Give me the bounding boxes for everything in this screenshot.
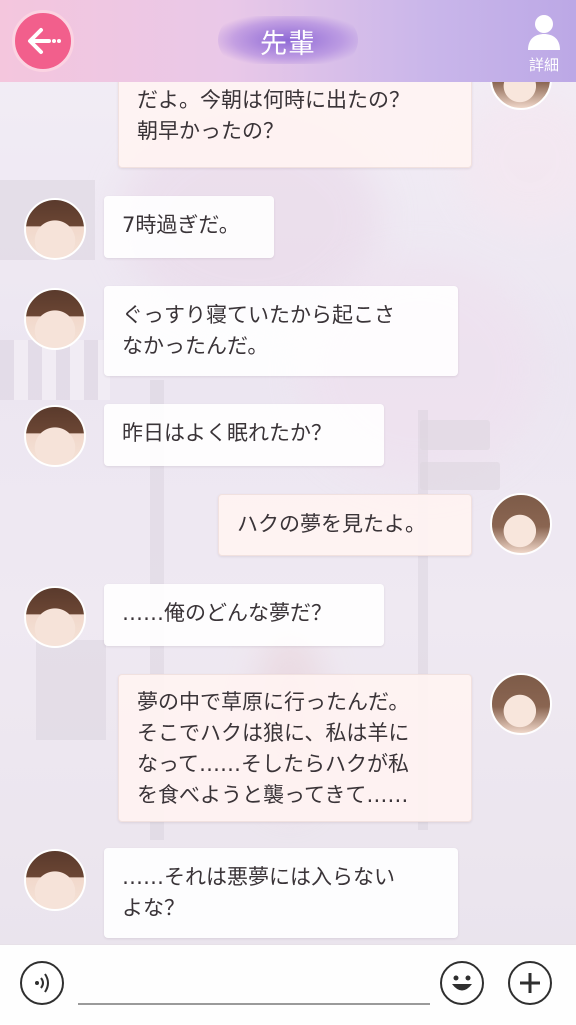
message-input[interactable]: [78, 1003, 430, 1005]
message-bubble-other: ……それは悪夢には入らない よな？: [104, 848, 458, 938]
plus-icon: [520, 973, 540, 993]
message-bubble-me: 夢の中で草原に行ったんだ。 そこでハクは狼に、私は羊に なって……そしたらハクが…: [118, 674, 472, 822]
emoji-icon: [452, 975, 472, 991]
top-bar: 先輩 詳細: [0, 0, 576, 82]
message-bubble-other: 7時過ぎだ。: [104, 196, 274, 258]
avatar-me[interactable]: [490, 673, 552, 735]
message-bubble-other: 昨日はよく眠れたか？: [104, 404, 384, 466]
avatar-senpai[interactable]: [24, 288, 86, 350]
message-bubble-me: だよ。今朝は何時に出たの？ 朝早かったの？: [118, 82, 472, 168]
voice-icon: [35, 973, 49, 993]
avatar-me[interactable]: [490, 82, 552, 110]
avatar-senpai[interactable]: [24, 198, 86, 260]
detail-label: 詳細: [528, 56, 559, 74]
person-icon: [528, 15, 560, 50]
message-bubble-me: ハクの夢を見たよ。: [218, 494, 472, 556]
input-bar: [0, 944, 576, 1025]
avatar-senpai[interactable]: [24, 405, 86, 467]
add-button[interactable]: [508, 961, 552, 1005]
voice-button[interactable]: [20, 961, 64, 1005]
message-bubble-other: ……俺のどんな夢だ？: [104, 584, 384, 646]
avatar-senpai[interactable]: [24, 849, 86, 911]
page-title: 先輩: [260, 29, 316, 60]
emoji-button[interactable]: [440, 961, 484, 1005]
avatar-senpai[interactable]: [24, 586, 86, 648]
detail-button[interactable]: 詳細: [522, 10, 566, 74]
avatar-me[interactable]: [490, 493, 552, 555]
message-bubble-other: ぐっすり寝ていたから起こさ なかったんだ。: [104, 286, 458, 376]
message-list[interactable]: だよ。今朝は何時に出たの？ 朝早かったの？ 7時過ぎだ。 ぐっすり寝ていたから起…: [0, 82, 576, 944]
